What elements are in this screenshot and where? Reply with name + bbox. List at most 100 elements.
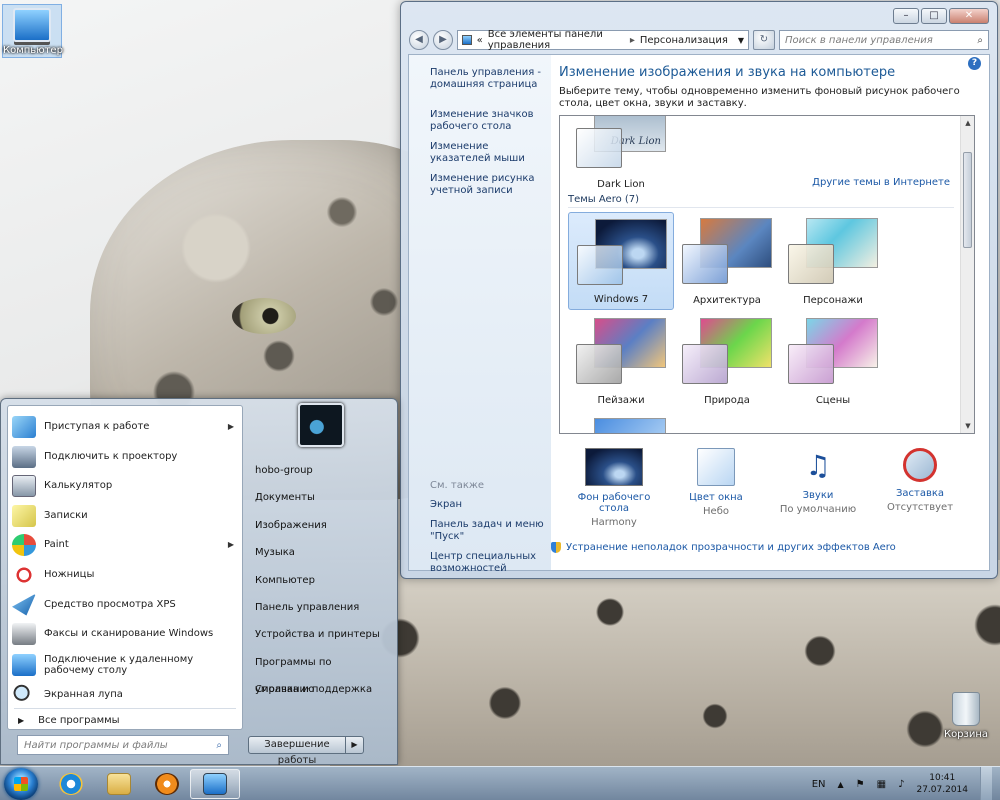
volume-icon[interactable]: ♪ xyxy=(898,779,904,790)
shield-icon xyxy=(551,542,561,553)
taskbar-media-player[interactable] xyxy=(142,769,192,799)
desktop-icon-computer[interactable]: Компьютер xyxy=(2,4,63,58)
address-bar[interactable]: « Все элементы панели управления ▸ Персо… xyxy=(457,29,749,51)
program-magnifier[interactable]: Экранная лупа xyxy=(8,680,242,709)
chevron-down-icon[interactable]: ▼ xyxy=(738,36,744,45)
scroll-down-icon[interactable]: ▼ xyxy=(961,419,974,433)
setting-value: По умолчанию xyxy=(779,504,857,515)
close-button[interactable]: ✕ xyxy=(949,8,989,24)
personalization-main: ? Изменение изображения и звука на компь… xyxy=(551,55,989,570)
minimize-button[interactable]: – xyxy=(893,8,919,24)
chevron-right-icon: ▶ xyxy=(18,716,25,725)
place-help-support[interactable]: Справка и поддержка xyxy=(249,676,393,703)
program-label: Факсы и сканирование Windows xyxy=(44,628,214,639)
desktop-icon-recycle-bin[interactable]: Корзина xyxy=(936,692,996,740)
recycle-bin-icon xyxy=(952,692,980,726)
place-default-programs[interactable]: Программы по умолчанию xyxy=(249,649,393,695)
see-also-link-ease-of-access[interactable]: Центр специальных возможностей xyxy=(430,551,570,575)
clock-time: 10:41 xyxy=(929,773,956,783)
program-label: Подключение к удаленному рабочему столу xyxy=(44,654,194,676)
search-icon[interactable]: ⌕ xyxy=(216,740,222,751)
theme-architecture[interactable]: Архитектура xyxy=(674,212,780,310)
taskbar: EN ▲ ⚑ ▦ ♪ 10:41 27.07.2014 xyxy=(0,766,1000,800)
taskbar-control-panel[interactable] xyxy=(190,769,240,799)
theme-partial[interactable] xyxy=(568,412,674,433)
aero-troubleshoot-link[interactable]: Устранение неполадок прозрачности и друг… xyxy=(551,542,975,553)
sidebar-link-account-picture[interactable]: Изменение рисунка учетной записи xyxy=(430,173,551,197)
sounds-setting[interactable]: ♫ Звуки По умолчанию xyxy=(767,448,869,528)
breadcrumb-separator-icon[interactable]: ▸ xyxy=(630,35,635,46)
network-icon[interactable]: ▦ xyxy=(877,779,886,790)
sidebar-link-mouse-pointers[interactable]: Изменение указателей мыши xyxy=(430,141,551,165)
theme-list[interactable]: Dark Lion Dark Lion Другие темы в Интерн… xyxy=(559,115,975,434)
place-music[interactable]: Музыка xyxy=(249,539,393,566)
program-fax-scan[interactable]: Факсы и сканирование Windows xyxy=(8,619,242,648)
taskbar-internet-explorer[interactable] xyxy=(46,769,96,799)
refresh-button[interactable]: ↻ xyxy=(753,30,775,50)
taskbar-explorer[interactable] xyxy=(94,769,144,799)
start-button[interactable] xyxy=(4,768,38,800)
program-connect-projector[interactable]: Подключить к проектору xyxy=(8,442,242,471)
theme-dark-lion[interactable]: Dark Lion Dark Lion xyxy=(568,116,674,194)
show-desktop-button[interactable] xyxy=(980,767,992,800)
theme-windows-7[interactable]: Windows 7 xyxy=(568,212,674,310)
theme-landscapes[interactable]: Пейзажи xyxy=(568,312,674,410)
screensaver-setting[interactable]: Заставка Отсутствует xyxy=(869,448,971,528)
page-title: Изменение изображения и звука на компьют… xyxy=(559,65,896,80)
see-also-link-taskbar[interactable]: Панель задач и меню "Пуск" xyxy=(430,519,570,543)
place-computer[interactable]: Компьютер xyxy=(249,567,393,594)
desktop-background-setting[interactable]: Фон рабочего стола Harmony xyxy=(563,448,665,528)
place-devices-printers[interactable]: Устройства и принтеры xyxy=(249,621,393,648)
place-pictures[interactable]: Изображения xyxy=(249,512,393,539)
theme-window-color-preview xyxy=(682,344,728,384)
place-control-panel[interactable]: Панель управления xyxy=(249,594,393,621)
sidebar-link-desktop-icons[interactable]: Изменение значков рабочего стола xyxy=(430,109,551,133)
theme-settings-row: Фон рабочего стола Harmony Цвет окна Неб… xyxy=(559,434,975,528)
scrollbar-thumb[interactable] xyxy=(963,152,972,248)
action-center-flag-icon[interactable]: ⚑ xyxy=(856,779,865,790)
language-indicator[interactable]: EN xyxy=(812,779,826,790)
theme-nature[interactable]: Природа xyxy=(674,312,780,410)
search-input[interactable]: Поиск в панели управления ⌕ xyxy=(779,30,989,50)
control-panel-window[interactable]: – □ ✕ ◀ ▶ « Все элементы панели управлен… xyxy=(400,1,998,579)
program-getting-started[interactable]: Приступая к работе ▶ xyxy=(8,412,242,441)
program-calculator[interactable]: Калькулятор xyxy=(8,471,242,500)
theme-scenes[interactable]: Сцены xyxy=(780,312,886,410)
program-label: Записки xyxy=(44,510,88,521)
breadcrumb-overflow-icon[interactable]: « xyxy=(477,35,483,46)
more-themes-link[interactable]: Другие темы в Интернете xyxy=(812,177,950,188)
help-icon[interactable]: ? xyxy=(968,57,981,70)
setting-label: Звуки xyxy=(802,490,834,501)
shutdown-options-button[interactable]: ▶ xyxy=(346,736,364,754)
start-search-input[interactable]: Найти программы и файлы ⌕ xyxy=(17,735,229,755)
submenu-arrow-icon: ▶ xyxy=(227,540,234,549)
program-label: Ножницы xyxy=(44,569,95,580)
breadcrumb-item[interactable]: Персонализация xyxy=(640,35,728,46)
setting-value: Harmony xyxy=(591,517,637,528)
place-documents[interactable]: Документы xyxy=(249,484,393,511)
program-paint[interactable]: Paint ▶ xyxy=(8,530,242,559)
program-xps-viewer[interactable]: Средство просмотра XPS xyxy=(8,590,242,619)
scroll-up-icon[interactable]: ▲ xyxy=(961,116,974,130)
breadcrumb-item[interactable]: Все элементы панели управления xyxy=(488,29,625,51)
window-color-setting[interactable]: Цвет окна Небо xyxy=(665,448,767,528)
all-programs-item[interactable]: ▶ Все программы xyxy=(14,708,236,726)
see-also-link-display[interactable]: Экран xyxy=(430,499,570,511)
theme-characters[interactable]: Персонажи xyxy=(780,212,886,310)
place-user-folder[interactable]: hobo-group xyxy=(249,457,393,484)
search-icon[interactable]: ⌕ xyxy=(977,35,983,46)
theme-list-scrollbar[interactable]: ▲ ▼ xyxy=(960,116,974,433)
sidebar-link-home[interactable]: Панель управления - домашняя страница xyxy=(430,67,551,91)
user-avatar[interactable] xyxy=(298,403,344,447)
program-remote-desktop[interactable]: Подключение к удаленному рабочему столу xyxy=(8,649,242,681)
chevron-up-icon[interactable]: ▲ xyxy=(838,780,844,789)
clock[interactable]: 10:41 27.07.2014 xyxy=(916,772,968,796)
program-sticky-notes[interactable]: Записки xyxy=(8,501,242,530)
page-description: Выберите тему, чтобы одновременно измени… xyxy=(559,86,960,109)
theme-label: Архитектура xyxy=(693,295,761,306)
maximize-button[interactable]: □ xyxy=(921,8,947,24)
shutdown-button[interactable]: Завершение работы xyxy=(248,736,346,766)
forward-button[interactable]: ▶ xyxy=(433,30,453,50)
back-button[interactable]: ◀ xyxy=(409,30,429,50)
program-snipping-tool[interactable]: Ножницы xyxy=(8,560,242,589)
